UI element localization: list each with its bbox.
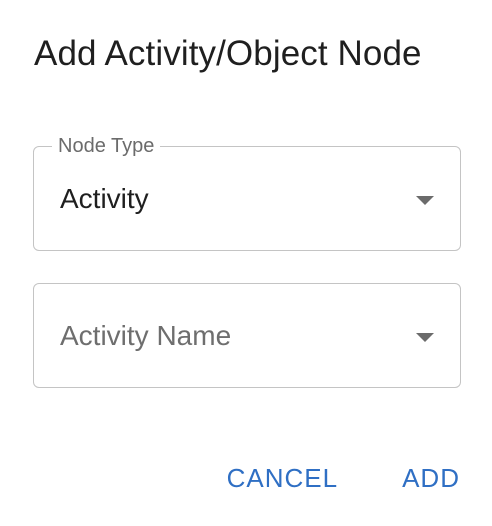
dialog-actions: CANCEL ADD bbox=[227, 458, 460, 498]
node-type-select[interactable]: Node Type Activity bbox=[33, 134, 461, 251]
dropdown-arrow-icon[interactable] bbox=[416, 332, 434, 342]
add-button[interactable]: ADD bbox=[402, 458, 460, 498]
activity-name-placeholder: Activity Name bbox=[60, 319, 232, 351]
node-type-label: Node Type bbox=[52, 134, 161, 158]
dropdown-arrow-icon[interactable] bbox=[416, 195, 434, 205]
add-node-dialog: Add Activity/Object Node Node Type Activ… bbox=[0, 0, 492, 526]
cancel-button[interactable]: CANCEL bbox=[227, 458, 338, 498]
activity-name-select[interactable]: Activity Name bbox=[33, 283, 461, 388]
node-type-value: Activity bbox=[60, 182, 149, 214]
dialog-title: Add Activity/Object Node bbox=[34, 34, 422, 73]
